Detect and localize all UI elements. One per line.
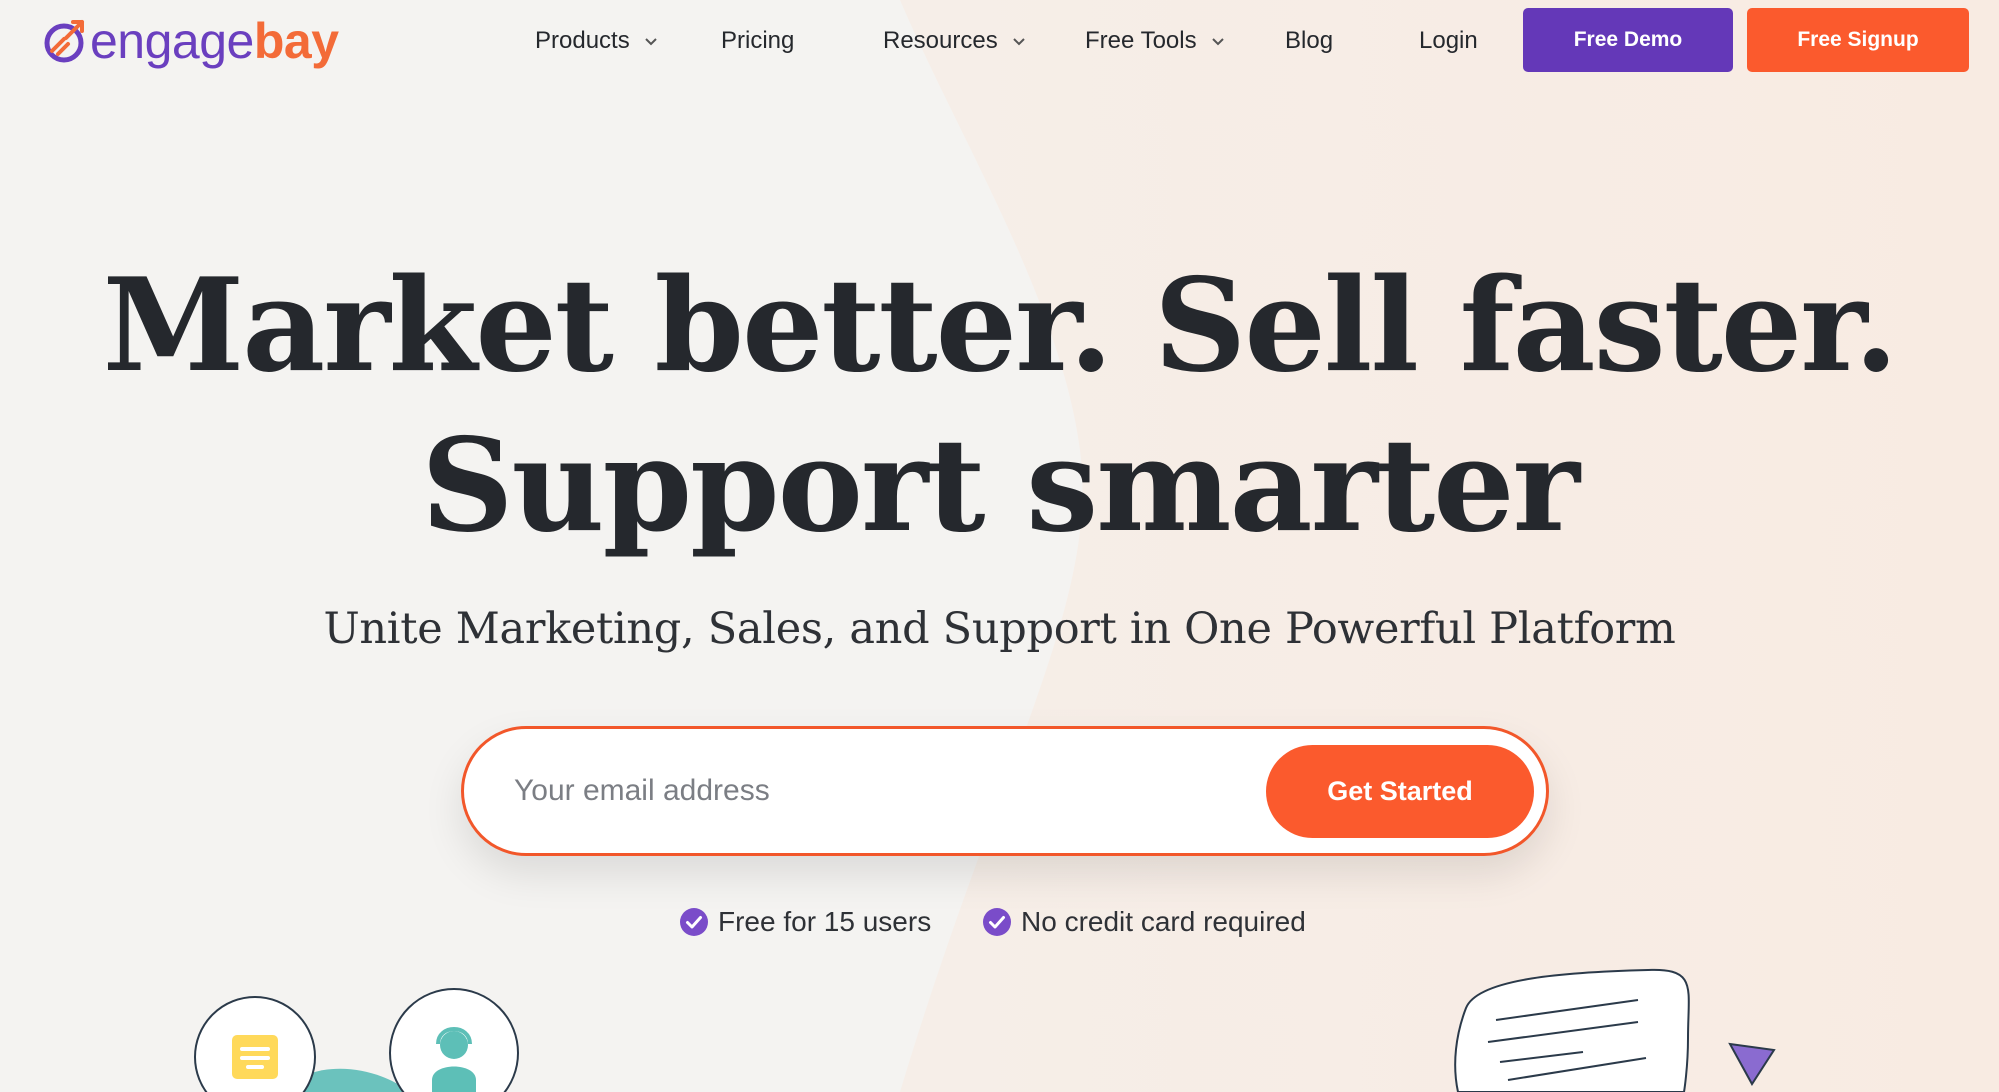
- logo-mark-icon: [44, 20, 84, 63]
- feature-illustrations: [194, 988, 519, 1092]
- engagebay-logo[interactable]: engagebay: [42, 14, 339, 68]
- email-input[interactable]: [514, 759, 1214, 823]
- nav-free-tools-label: Free Tools: [1085, 27, 1197, 54]
- chevron-down-icon: [645, 38, 657, 46]
- nav-login[interactable]: Login: [1419, 22, 1478, 60]
- free-demo-button[interactable]: Free Demo: [1523, 8, 1733, 72]
- triangle-shape-icon: [1728, 1042, 1776, 1086]
- hero-headline-line2: Support smarter: [421, 411, 1580, 561]
- perk-label: No credit card required: [1021, 906, 1306, 937]
- perk-item: No credit card required: [983, 902, 1306, 942]
- nav-blog-label: Blog: [1285, 27, 1334, 54]
- perk-item: Free for 15 users: [680, 902, 931, 942]
- get-started-button[interactable]: Get Started: [1266, 745, 1534, 838]
- logo-wordmark: engagebay: [90, 16, 339, 66]
- chevron-down-icon: [1013, 38, 1025, 46]
- speech-bubble-icon: [1454, 968, 1690, 1092]
- nav-free-tools[interactable]: Free Tools: [1085, 22, 1225, 60]
- perks-list: Free for 15 users No credit card require…: [0, 902, 1999, 942]
- nav-products-label: Products: [535, 27, 630, 54]
- nav-pricing-label: Pricing: [721, 27, 795, 54]
- logo-wordmark-bay: bay: [253, 13, 339, 69]
- nav-resources[interactable]: Resources: [883, 22, 1026, 60]
- hero-headline-line1: Market better. Sell faster.: [102, 251, 1899, 401]
- chevron-down-icon: [1211, 38, 1224, 46]
- nav-pricing[interactable]: Pricing: [721, 22, 794, 60]
- logo-wordmark-engage: engage: [90, 13, 254, 69]
- nav-products[interactable]: Products: [535, 22, 658, 60]
- document-icon: [232, 1035, 278, 1079]
- check-circle-icon: [680, 908, 708, 936]
- signup-form: Get Started: [461, 726, 1549, 856]
- nav-blog[interactable]: Blog: [1285, 22, 1333, 60]
- speech-bubble-illustration: [1454, 968, 1776, 1092]
- free-signup-button[interactable]: Free Signup: [1747, 8, 1969, 72]
- perk-label: Free for 15 users: [718, 906, 932, 937]
- site-header: engagebay Products Pricing Resources Fre…: [0, 0, 1999, 82]
- nav-resources-label: Resources: [883, 27, 998, 54]
- check-circle-icon: [983, 908, 1011, 936]
- hero-subheadline: Unite Marketing, Sales, and Support in O…: [323, 604, 1676, 654]
- nav-login-label: Login: [1419, 27, 1478, 54]
